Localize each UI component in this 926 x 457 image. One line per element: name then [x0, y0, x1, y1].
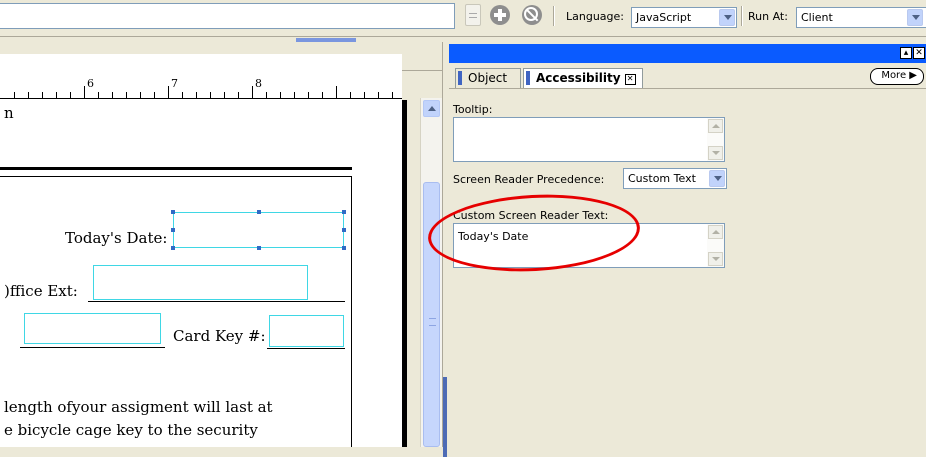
resize-handle[interactable]: [171, 228, 175, 232]
resize-handle[interactable]: [171, 246, 175, 250]
toolbar-separator: [553, 6, 555, 26]
office-ext-field[interactable]: [93, 265, 308, 300]
close-icon[interactable]: ✕: [624, 74, 636, 85]
scroll-up-icon[interactable]: [708, 225, 723, 239]
resize-handle[interactable]: [342, 210, 346, 214]
more-label: More: [881, 70, 907, 81]
chevron-down-icon[interactable]: [719, 9, 735, 26]
precedence-select[interactable]: Custom Text: [623, 168, 727, 189]
unnamed-field[interactable]: [24, 313, 161, 344]
underline: [20, 347, 165, 348]
tooltip-textarea[interactable]: [453, 117, 725, 162]
panel-tabs: Object Accessibility ✕ More ▶: [449, 64, 926, 89]
precedence-label: Screen Reader Precedence:: [453, 173, 605, 186]
chevron-down-icon[interactable]: [709, 170, 725, 187]
close-icon[interactable]: ✕: [913, 47, 925, 59]
toolbar-separator: [741, 6, 743, 26]
heading-fragment: n: [4, 104, 14, 122]
tab-grip-icon: [526, 71, 530, 85]
card-key-field[interactable]: [269, 315, 344, 347]
scroll-up-icon[interactable]: [423, 100, 440, 117]
tooltip-label: Tooltip:: [453, 103, 493, 116]
language-select[interactable]: JavaScript: [631, 7, 737, 28]
tab-object-label: Object: [468, 71, 508, 85]
run-at-label: Run At:: [748, 10, 788, 23]
resize-handle[interactable]: [257, 210, 261, 214]
remove-icon[interactable]: [522, 5, 542, 25]
add-icon[interactable]: [490, 5, 510, 25]
resize-handle[interactable]: [257, 246, 261, 250]
textarea-scrollbar[interactable]: [707, 224, 724, 267]
more-button[interactable]: More ▶: [870, 68, 924, 85]
scroll-down-icon[interactable]: [708, 146, 723, 160]
tab-accessibility[interactable]: Accessibility ✕: [523, 68, 643, 88]
tab-accessibility-label: Accessibility: [536, 71, 621, 85]
todays-date-label: Today's Date:: [65, 229, 168, 247]
collapse-handle[interactable]: [443, 377, 447, 457]
grip-icon: [429, 318, 436, 326]
vertical-scrollbar[interactable]: [420, 98, 442, 447]
language-label: Language:: [566, 10, 624, 23]
form-border-right: [351, 176, 352, 447]
script-editor-field[interactable]: [0, 3, 455, 29]
page-edge: [402, 100, 407, 447]
triangle-right-icon: ▶: [909, 70, 917, 81]
chevron-down-icon[interactable]: [907, 9, 923, 26]
document-page: [0, 54, 402, 447]
ruler-number: 6: [87, 77, 94, 90]
ruler-number: 7: [171, 77, 178, 90]
precedence-value: Custom Text: [628, 172, 696, 185]
maximize-icon[interactable]: ▴: [900, 47, 912, 59]
scroll-grip-icon[interactable]: [465, 4, 481, 26]
language-value: JavaScript: [636, 11, 692, 24]
run-at-value: Client: [801, 11, 833, 24]
form-border-top: [0, 176, 352, 177]
underline: [267, 348, 345, 349]
office-ext-label: )ffice Ext:: [4, 282, 78, 300]
textarea-scrollbar[interactable]: [707, 118, 724, 161]
ruler-number: 8: [255, 77, 262, 90]
resize-handle[interactable]: [342, 228, 346, 232]
run-at-select[interactable]: Client: [796, 7, 926, 28]
panel-titlebar: ▴ ✕: [449, 44, 926, 63]
section-divider: [0, 167, 352, 170]
resize-handle[interactable]: [171, 210, 175, 214]
body-text-line: e bicycle cage key to the security: [4, 421, 258, 439]
scroll-up-icon[interactable]: [708, 119, 723, 133]
script-toolbar: Language: JavaScript Run At: Client: [0, 0, 926, 37]
body-text-line: length ofyour assigment will last at: [4, 398, 273, 416]
horizontal-ruler: 6 7 8: [0, 76, 402, 99]
scroll-down-icon[interactable]: [708, 252, 723, 266]
todays-date-field[interactable]: [173, 212, 344, 248]
card-key-label: Card Key #:: [173, 327, 266, 345]
underline: [88, 301, 345, 302]
tab-grip-icon: [458, 71, 462, 85]
resize-handle[interactable]: [342, 246, 346, 250]
tab-object[interactable]: Object: [455, 68, 521, 88]
